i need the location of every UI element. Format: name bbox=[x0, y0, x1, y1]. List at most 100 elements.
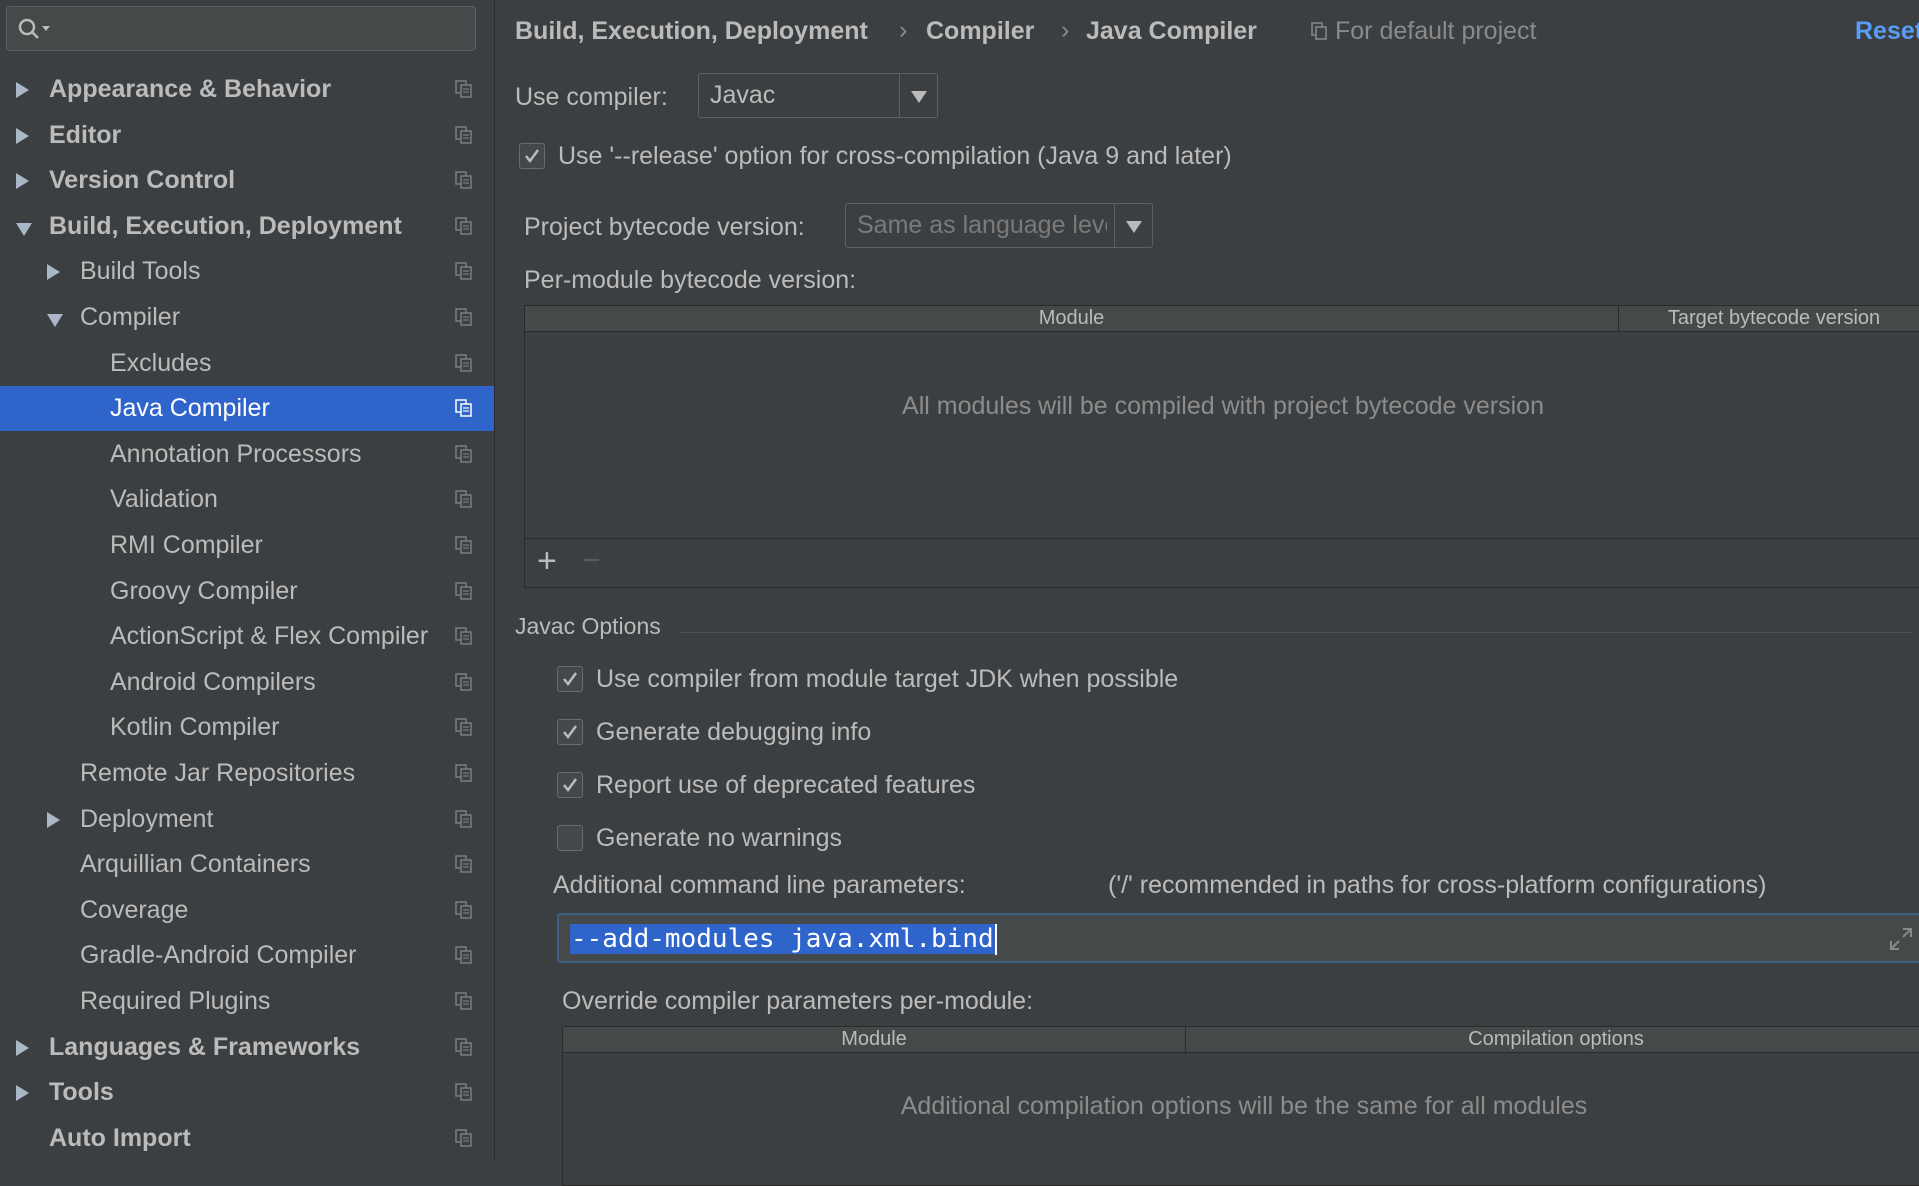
sidebar-item-excludes[interactable]: Excludes bbox=[0, 341, 494, 386]
project-scope-icon bbox=[1311, 22, 1327, 40]
project-scope-icon bbox=[455, 308, 472, 326]
breadcrumb-separator: › bbox=[1061, 16, 1070, 44]
sidebar-item-kotlin-compiler[interactable]: Kotlin Compiler bbox=[0, 705, 494, 750]
override-params-label: Override compiler parameters per-module: bbox=[562, 987, 1034, 1015]
sidebar-item-label: RMI Compiler bbox=[110, 531, 263, 559]
project-scope-icon bbox=[455, 1037, 472, 1056]
sidebar-item-label: Build Tools bbox=[80, 257, 201, 286]
sidebar-item-remote-jar-repositories[interactable]: Remote Jar Repositories bbox=[0, 751, 494, 796]
option-target-jdk-label[interactable]: Use compiler from module target JDK when… bbox=[596, 664, 1178, 694]
cmd-params-value[interactable]: --add-modules java.xml.bind bbox=[570, 924, 995, 954]
remove-icon[interactable]: − bbox=[583, 538, 601, 584]
project-scope-icon bbox=[455, 809, 472, 828]
javac-options-title: Javac Options bbox=[515, 613, 661, 639]
column-header-module[interactable]: Module bbox=[525, 306, 1618, 331]
project-scope-icon bbox=[455, 80, 472, 98]
release-option-checkbox[interactable] bbox=[519, 143, 545, 169]
sidebar-item-auto-import[interactable]: Auto Import bbox=[0, 1116, 494, 1161]
option-no-warnings-checkbox[interactable] bbox=[557, 825, 583, 851]
sidebar-item-label: Required Plugins bbox=[80, 987, 271, 1015]
reset-link[interactable]: Reset bbox=[1855, 16, 1919, 46]
search-icon bbox=[18, 18, 50, 39]
sidebar-item-rmi-compiler[interactable]: RMI Compiler bbox=[0, 523, 494, 568]
option-no-warnings-label[interactable]: Generate no warnings bbox=[596, 823, 842, 853]
column-header-compilation-options[interactable]: Compilation options bbox=[1186, 1027, 1919, 1052]
sidebar-item-editor[interactable]: Editor bbox=[0, 113, 494, 158]
release-option-label[interactable]: Use '--release' option for cross-compila… bbox=[558, 141, 1232, 171]
sidebar-item-annotation-processors[interactable]: Annotation Processors bbox=[0, 432, 494, 477]
sidebar-item-label: Gradle-Android Compiler bbox=[80, 941, 357, 970]
compiler-select-value: Javac bbox=[710, 81, 776, 109]
checkmark-icon bbox=[563, 672, 578, 687]
project-scope-icon bbox=[455, 946, 472, 965]
sidebar-item-label: Build, Execution, Deployment bbox=[49, 211, 402, 240]
sidebar-item-gradle-android-compiler[interactable]: Gradle-Android Compiler bbox=[0, 933, 494, 978]
sidebar-item-label: Remote Jar Repositories bbox=[80, 759, 356, 787]
expand-arrow-icon[interactable] bbox=[47, 264, 60, 281]
sidebar-item-languages-frameworks[interactable]: Languages & Frameworks bbox=[0, 1025, 494, 1070]
sidebar-item-actionscript-flex-compiler[interactable]: ActionScript & Flex Compiler bbox=[0, 614, 494, 659]
search-field[interactable] bbox=[6, 6, 476, 51]
table-header: Module Target bytecode version bbox=[525, 306, 1919, 332]
breadcrumb-item-0[interactable]: Build, Execution, Deployment bbox=[515, 16, 868, 46]
bytecode-version-label: Project bytecode version: bbox=[524, 213, 805, 241]
cmd-params-input[interactable]: --add-modules java.xml.bind bbox=[557, 913, 1919, 963]
sidebar-item-required-plugins[interactable]: Required Plugins bbox=[0, 979, 494, 1024]
sidebar-item-label: Compiler bbox=[80, 303, 181, 331]
sidebar-item-groovy-compiler[interactable]: Groovy Compiler bbox=[0, 569, 494, 614]
collapse-arrow-icon[interactable] bbox=[47, 314, 63, 327]
expand-arrow-icon[interactable] bbox=[47, 811, 60, 828]
dropdown-arrow-icon[interactable] bbox=[1114, 204, 1152, 247]
option-deprecated-label[interactable]: Report use of deprecated features bbox=[596, 770, 975, 800]
section-divider bbox=[680, 632, 1912, 633]
search-input[interactable] bbox=[57, 13, 461, 45]
sidebar-item-build-execution-deployment[interactable]: Build, Execution, Deployment bbox=[0, 204, 494, 249]
settings-sidebar: Appearance & Behavior Editor Version Contr… bbox=[0, 0, 495, 1160]
bytecode-version-select[interactable]: Same as language level bbox=[845, 203, 1153, 248]
sidebar-item-appearance-behavior[interactable]: Appearance & Behavior bbox=[0, 67, 494, 112]
expand-arrow-icon[interactable] bbox=[16, 173, 29, 190]
module-table-empty-text: All modules will be compiled with projec… bbox=[902, 392, 1544, 420]
sidebar-item-label: Groovy Compiler bbox=[110, 576, 298, 605]
project-scope-icon bbox=[455, 627, 472, 645]
sidebar-item-arquillian-containers[interactable]: Arquillian Containers bbox=[0, 842, 494, 887]
project-scope-icon bbox=[455, 125, 472, 144]
sidebar-item-label: Auto Import bbox=[49, 1123, 191, 1152]
option-deprecated-checkbox[interactable] bbox=[557, 772, 583, 798]
sidebar-item-version-control[interactable]: Version Control bbox=[0, 158, 494, 203]
sidebar-item-label: Tools bbox=[49, 1078, 114, 1107]
sidebar-item-label: Android Compilers bbox=[110, 667, 316, 696]
sidebar-item-android-compilers[interactable]: Android Compilers bbox=[0, 660, 494, 705]
sidebar-item-label: Coverage bbox=[80, 895, 189, 924]
project-scope-icon bbox=[455, 581, 472, 600]
expand-arrow-icon[interactable] bbox=[16, 1085, 29, 1102]
project-scope-icon bbox=[455, 718, 472, 737]
option-target-jdk-checkbox[interactable] bbox=[557, 666, 583, 692]
breadcrumb-item-1[interactable]: Compiler bbox=[926, 16, 1034, 46]
expand-arrow-icon[interactable] bbox=[16, 127, 29, 144]
option-debug-info-label[interactable]: Generate debugging info bbox=[596, 717, 871, 747]
sidebar-item-validation[interactable]: Validation bbox=[0, 477, 494, 522]
project-scope-icon bbox=[455, 673, 472, 691]
sidebar-item-tools[interactable]: Tools bbox=[0, 1070, 494, 1115]
sidebar-item-build-tools[interactable]: Build Tools bbox=[0, 249, 494, 294]
collapse-arrow-icon[interactable] bbox=[16, 222, 32, 236]
sidebar-item-label: Version Control bbox=[49, 166, 236, 195]
module-bytecode-table: Module Target bytecode version All modul… bbox=[524, 305, 1919, 588]
expand-arrow-icon[interactable] bbox=[16, 82, 29, 98]
sidebar-item-compiler[interactable]: Compiler bbox=[0, 295, 494, 340]
compiler-select[interactable]: Javac bbox=[698, 73, 938, 118]
column-header-module[interactable]: Module bbox=[563, 1027, 1185, 1052]
dropdown-arrow-icon[interactable] bbox=[899, 74, 937, 117]
sidebar-item-label: Excludes bbox=[110, 348, 212, 377]
expand-arrow-icon[interactable] bbox=[16, 1039, 29, 1056]
expand-icon[interactable] bbox=[1889, 927, 1913, 951]
add-icon[interactable]: + bbox=[537, 538, 557, 584]
cmd-params-hint: ('/' recommended in paths for cross-plat… bbox=[1108, 871, 1767, 899]
column-header-target-version[interactable]: Target bytecode version bbox=[1619, 306, 1919, 331]
sidebar-item-java-compiler[interactable]: Java Compiler bbox=[0, 386, 494, 432]
sidebar-item-deployment[interactable]: Deployment bbox=[0, 797, 494, 842]
sidebar-item-coverage[interactable]: Coverage bbox=[0, 888, 494, 933]
option-debug-info-checkbox[interactable] bbox=[557, 719, 583, 745]
project-scope-icon bbox=[455, 855, 472, 873]
